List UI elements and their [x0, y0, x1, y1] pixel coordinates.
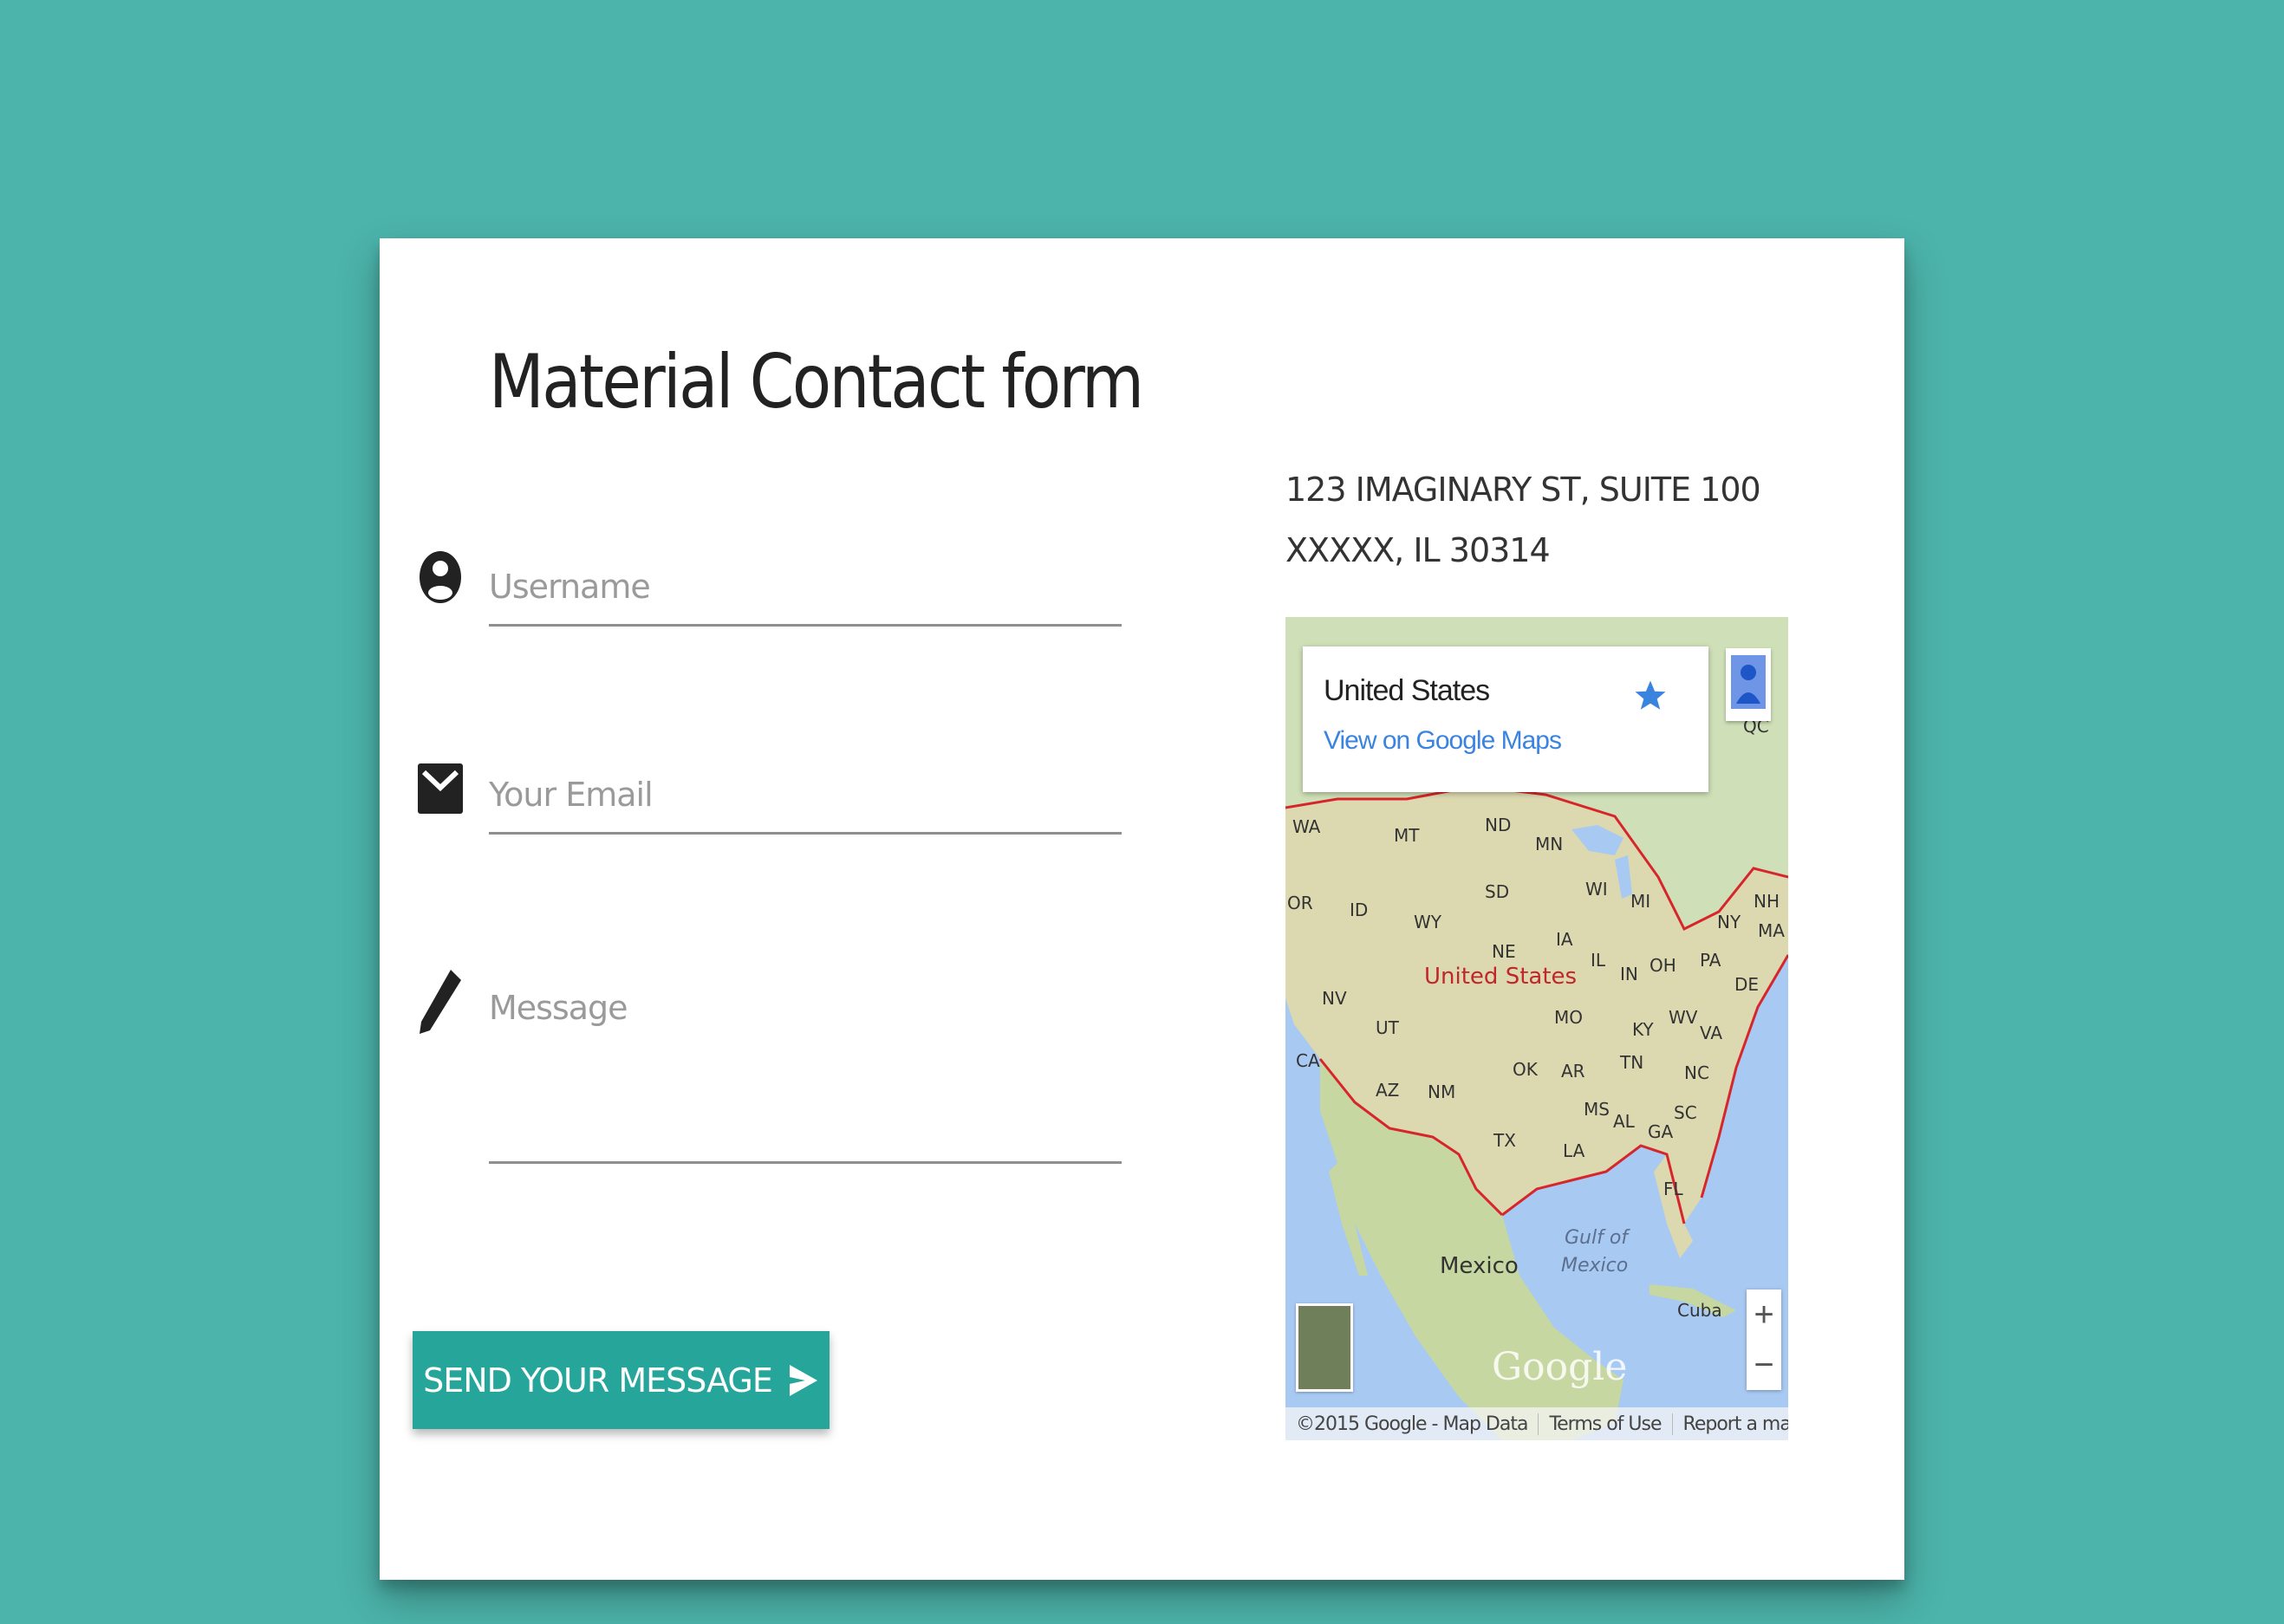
- satellite-toggle-thumbnail[interactable]: [1296, 1303, 1353, 1392]
- state-label: TX: [1493, 1130, 1516, 1151]
- map-info-window: United States View on Google Maps: [1303, 646, 1708, 792]
- cuba-label: Cuba: [1677, 1300, 1722, 1321]
- state-label: GA: [1648, 1121, 1674, 1142]
- pencil-icon: [416, 966, 465, 1034]
- state-label: IA: [1556, 929, 1573, 950]
- state-label: TN: [1620, 1052, 1644, 1073]
- send-arrow-icon: [789, 1364, 817, 1396]
- state-label: UT: [1376, 1017, 1399, 1038]
- map-copyright: ©2015 Google - Map Data: [1285, 1413, 1539, 1435]
- state-label: WI: [1585, 879, 1608, 900]
- state-label: NE: [1492, 941, 1516, 962]
- country-label: United States: [1424, 964, 1578, 990]
- state-label: MN: [1535, 834, 1564, 854]
- state-label: MS: [1584, 1099, 1610, 1120]
- state-label: ND: [1485, 815, 1512, 835]
- gulf-label-1: Gulf of: [1565, 1227, 1629, 1249]
- mexico-label: Mexico: [1440, 1253, 1519, 1279]
- contact-card: Material Contact form SEND YOUR MESSAGE: [380, 238, 1904, 1580]
- state-label: MT: [1394, 825, 1420, 846]
- email-input[interactable]: [489, 750, 1122, 835]
- state-label: VA: [1700, 1023, 1723, 1043]
- terms-of-use-link[interactable]: Terms of Use: [1539, 1413, 1673, 1435]
- state-label: DE: [1734, 974, 1760, 995]
- state-label: KY: [1632, 1019, 1654, 1040]
- state-label: OR: [1287, 893, 1313, 913]
- state-label: SD: [1485, 881, 1510, 902]
- place-name: United States: [1324, 674, 1490, 707]
- address-block: 123 IMAGINARY ST, SUITE 100 XXXXX, IL 30…: [1285, 459, 1761, 581]
- pegman-icon[interactable]: [1726, 648, 1771, 721]
- state-label: WV: [1669, 1007, 1698, 1028]
- google-logo: Google: [1492, 1345, 1628, 1389]
- username-input[interactable]: [489, 542, 1122, 627]
- state-label: AR: [1561, 1061, 1585, 1082]
- state-label: ID: [1350, 900, 1369, 920]
- state-label: OH: [1650, 955, 1676, 976]
- star-icon[interactable]: [1632, 678, 1669, 714]
- state-label: MA: [1758, 920, 1785, 941]
- map-attribution: ©2015 Google - Map Data Terms of Use Rep…: [1285, 1407, 1788, 1440]
- mail-icon: [416, 758, 465, 819]
- address-line-1: 123 IMAGINARY ST, SUITE 100: [1285, 471, 1761, 509]
- message-textarea[interactable]: [489, 965, 1122, 1164]
- state-label: NH: [1754, 891, 1780, 912]
- send-message-button[interactable]: SEND YOUR MESSAGE: [413, 1331, 830, 1429]
- state-label: FL: [1663, 1179, 1683, 1199]
- state-label: NV: [1322, 988, 1347, 1009]
- state-label: LA: [1563, 1140, 1585, 1161]
- state-label: WA: [1292, 816, 1321, 837]
- zoom-in-button[interactable]: +: [1747, 1289, 1781, 1340]
- state-label: PA: [1700, 950, 1721, 971]
- state-label: WY: [1414, 912, 1441, 932]
- state-label: CA: [1296, 1050, 1320, 1071]
- zoom-out-button[interactable]: −: [1747, 1340, 1781, 1390]
- state-label: IL: [1591, 950, 1606, 971]
- state-label: SC: [1674, 1102, 1697, 1123]
- send-button-label: SEND YOUR MESSAGE: [423, 1361, 773, 1400]
- state-label: AZ: [1376, 1080, 1400, 1101]
- address-line-2: XXXXX, IL 30314: [1285, 531, 1551, 569]
- account-circle-icon: [416, 546, 465, 607]
- view-on-google-maps-link[interactable]: View on Google Maps: [1324, 726, 1562, 756]
- state-label: MI: [1630, 891, 1651, 912]
- state-label: NC: [1684, 1062, 1709, 1083]
- username-field-wrapper: [489, 542, 1122, 627]
- state-label: OK: [1513, 1059, 1538, 1080]
- report-map-error-link[interactable]: Report a map error: [1673, 1413, 1788, 1435]
- email-field-wrapper: [489, 750, 1122, 835]
- page-title: Material Contact form: [489, 339, 1144, 425]
- zoom-controls: + −: [1747, 1289, 1781, 1390]
- state-label: AL: [1613, 1111, 1635, 1132]
- gulf-label-2: Mexico: [1561, 1255, 1629, 1276]
- embedded-map[interactable]: WA MT ND MN OR ID SD WI MI NY NH MA WY N…: [1285, 617, 1788, 1440]
- state-label: NY: [1717, 912, 1741, 932]
- state-label: MO: [1554, 1007, 1583, 1028]
- state-label: IN: [1620, 964, 1638, 984]
- state-label: NM: [1428, 1082, 1456, 1102]
- message-field-wrapper: [489, 965, 1122, 1164]
